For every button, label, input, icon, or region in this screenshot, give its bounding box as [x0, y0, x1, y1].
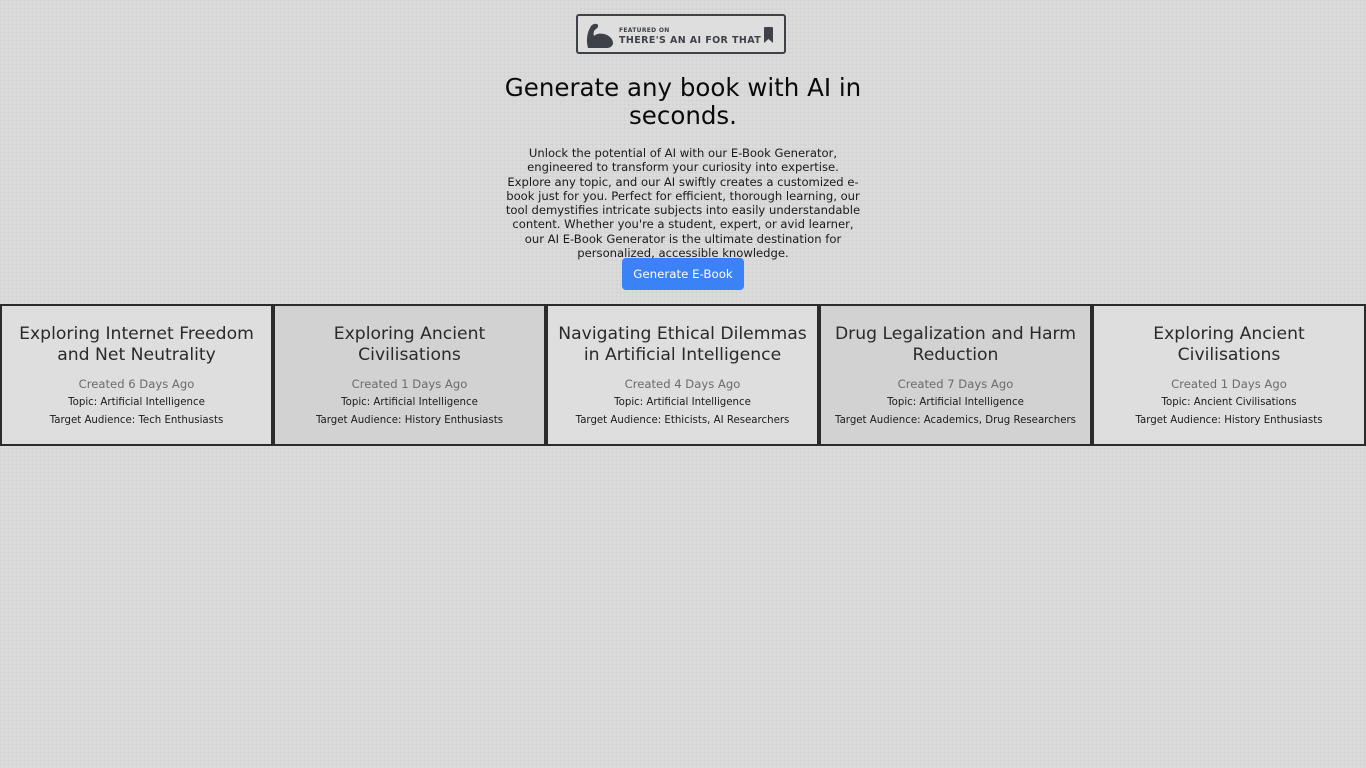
ebook-card-audience: Target Audience: Ethicists, AI Researche…: [575, 414, 790, 426]
ebook-card-created: Created 6 Days Ago: [78, 376, 195, 391]
ebook-card[interactable]: Navigating Ethical Dilemmas in Artificia…: [546, 304, 819, 446]
ebook-card[interactable]: Exploring Internet Freedom and Net Neutr…: [0, 304, 273, 446]
featured-badge-link[interactable]: FEATURED ON THERE'S AN AI FOR THAT: [576, 14, 786, 54]
ebook-card-created: Created 1 Days Ago: [1171, 376, 1287, 391]
page-title: Generate any book with AI in seconds.: [504, 73, 862, 130]
ebook-card[interactable]: Drug Legalization and Harm Reduction Cre…: [819, 304, 1092, 446]
featured-on-label: FEATURED ON: [619, 27, 670, 34]
ebook-card-audience: Target Audience: History Enthusiasts: [315, 414, 503, 426]
ebook-card-created: Created 4 Days Ago: [624, 376, 741, 391]
flexed-arm-icon: [586, 23, 613, 48]
ebook-card-audience: Target Audience: History Enthusiasts: [1135, 414, 1323, 426]
ebook-card-audience: Target Audience: Academics, Drug Researc…: [835, 414, 1076, 426]
ebook-card-topic: Topic: Artificial Intelligence: [341, 396, 478, 408]
ebook-card-title: Exploring Internet Freedom and Net Neutr…: [19, 323, 254, 365]
ebook-card[interactable]: Exploring Ancient Civilisations Created …: [1092, 304, 1366, 446]
ebook-card-title: Navigating Ethical Dilemmas in Artificia…: [558, 323, 807, 365]
ebook-card-topic: Topic: Ancient Civilisations: [1161, 396, 1297, 408]
ebook-card-title: Exploring Ancient Civilisations: [1153, 323, 1305, 365]
generate-ebook-button[interactable]: Generate E-Book: [622, 258, 744, 290]
ebook-card-topic: Topic: Artificial Intelligence: [614, 396, 751, 408]
page-description: Unlock the potential of AI with our E-Bo…: [505, 146, 861, 261]
ebook-card-audience: Target Audience: Tech Enthusiasts: [49, 414, 224, 426]
ebook-card-created: Created 1 Days Ago: [351, 376, 468, 391]
badge-site-name: THERE'S AN AI FOR THAT: [619, 35, 762, 46]
ebook-card-title: Exploring Ancient Civilisations: [333, 323, 486, 365]
ebook-card-topic: Topic: Artificial Intelligence: [887, 396, 1024, 408]
ebook-card[interactable]: Exploring Ancient Civilisations Created …: [273, 304, 546, 446]
ebook-card-title: Drug Legalization and Harm Reduction: [834, 323, 1077, 365]
ebook-card-created: Created 7 Days Ago: [897, 376, 1014, 391]
ebook-card-list: Exploring Internet Freedom and Net Neutr…: [0, 304, 1366, 446]
bookmark-icon: [764, 27, 773, 43]
ebook-card-topic: Topic: Artificial Intelligence: [68, 396, 205, 408]
